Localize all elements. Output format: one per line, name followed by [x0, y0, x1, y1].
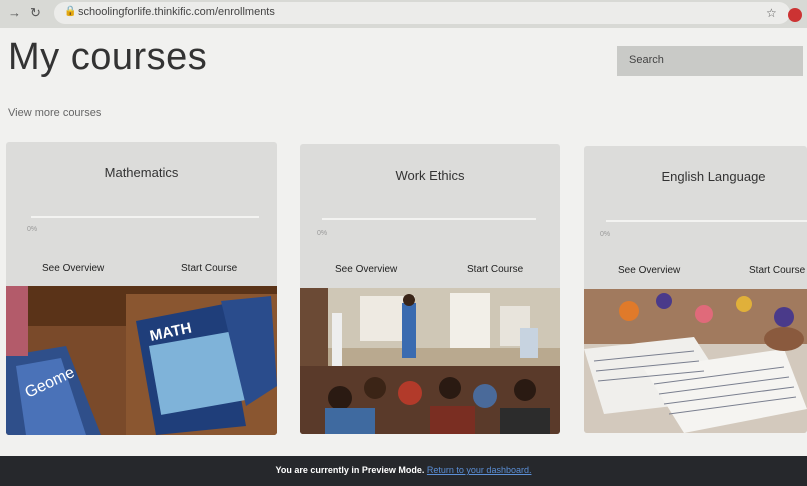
return-to-dashboard-link[interactable]: Return to your dashboard. [427, 465, 532, 475]
progress-bar [31, 216, 259, 218]
progress-bar [322, 218, 536, 220]
preview-mode-text: You are currently in Preview Mode. [275, 465, 425, 475]
lock-icon: 🔒 [64, 6, 77, 17]
reload-icon[interactable]: ↻ [30, 5, 41, 21]
course-image-math-books[interactable]: Geome MATH [6, 286, 277, 435]
see-overview-button[interactable]: See Overview [335, 264, 397, 275]
start-course-button[interactable]: Start Course [181, 263, 237, 274]
start-course-button[interactable]: Start Course [467, 264, 523, 275]
course-title[interactable]: English Language [602, 169, 807, 184]
search-input[interactable]: Search [617, 46, 803, 76]
course-card-work-ethics[interactable]: Work Ethics 0% See Overview Start Course [300, 144, 560, 434]
search-placeholder: Search [629, 54, 664, 66]
preview-mode-banner: You are currently in Preview Mode. Retur… [0, 456, 807, 486]
bookmark-star-icon[interactable]: ☆ [766, 6, 777, 20]
see-overview-button[interactable]: See Overview [42, 263, 104, 274]
see-overview-button[interactable]: See Overview [618, 265, 680, 276]
course-image-papers[interactable] [584, 289, 807, 433]
view-more-courses-link[interactable]: View more courses [8, 107, 101, 119]
course-image-classroom[interactable] [300, 288, 560, 434]
progress-percent: 0% [27, 226, 38, 233]
start-course-button[interactable]: Start Course [749, 265, 805, 276]
forward-icon[interactable]: → [8, 5, 21, 20]
preview-message: You are currently in Preview Mode. Retur… [0, 465, 807, 475]
course-title[interactable]: Work Ethics [300, 168, 560, 183]
course-title[interactable]: Mathematics [6, 165, 277, 180]
page-title: My courses [8, 36, 208, 78]
course-card-mathematics[interactable]: Mathematics 0% See Overview Start Course… [6, 142, 277, 435]
browser-toolbar: → ↻ 🔒 schoolingforlife.thinkific.com/enr… [0, 0, 807, 28]
page-content: My courses Search View more courses Math… [0, 28, 807, 456]
progress-percent: 0% [600, 231, 611, 238]
extension-icon[interactable] [788, 8, 802, 22]
course-card-english-language[interactable]: English Language 0% See Overview Start C… [584, 146, 807, 433]
progress-percent: 0% [317, 230, 328, 237]
url-text[interactable]: schoolingforlife.thinkific.com/enrollmen… [78, 6, 275, 18]
progress-bar [606, 220, 807, 222]
